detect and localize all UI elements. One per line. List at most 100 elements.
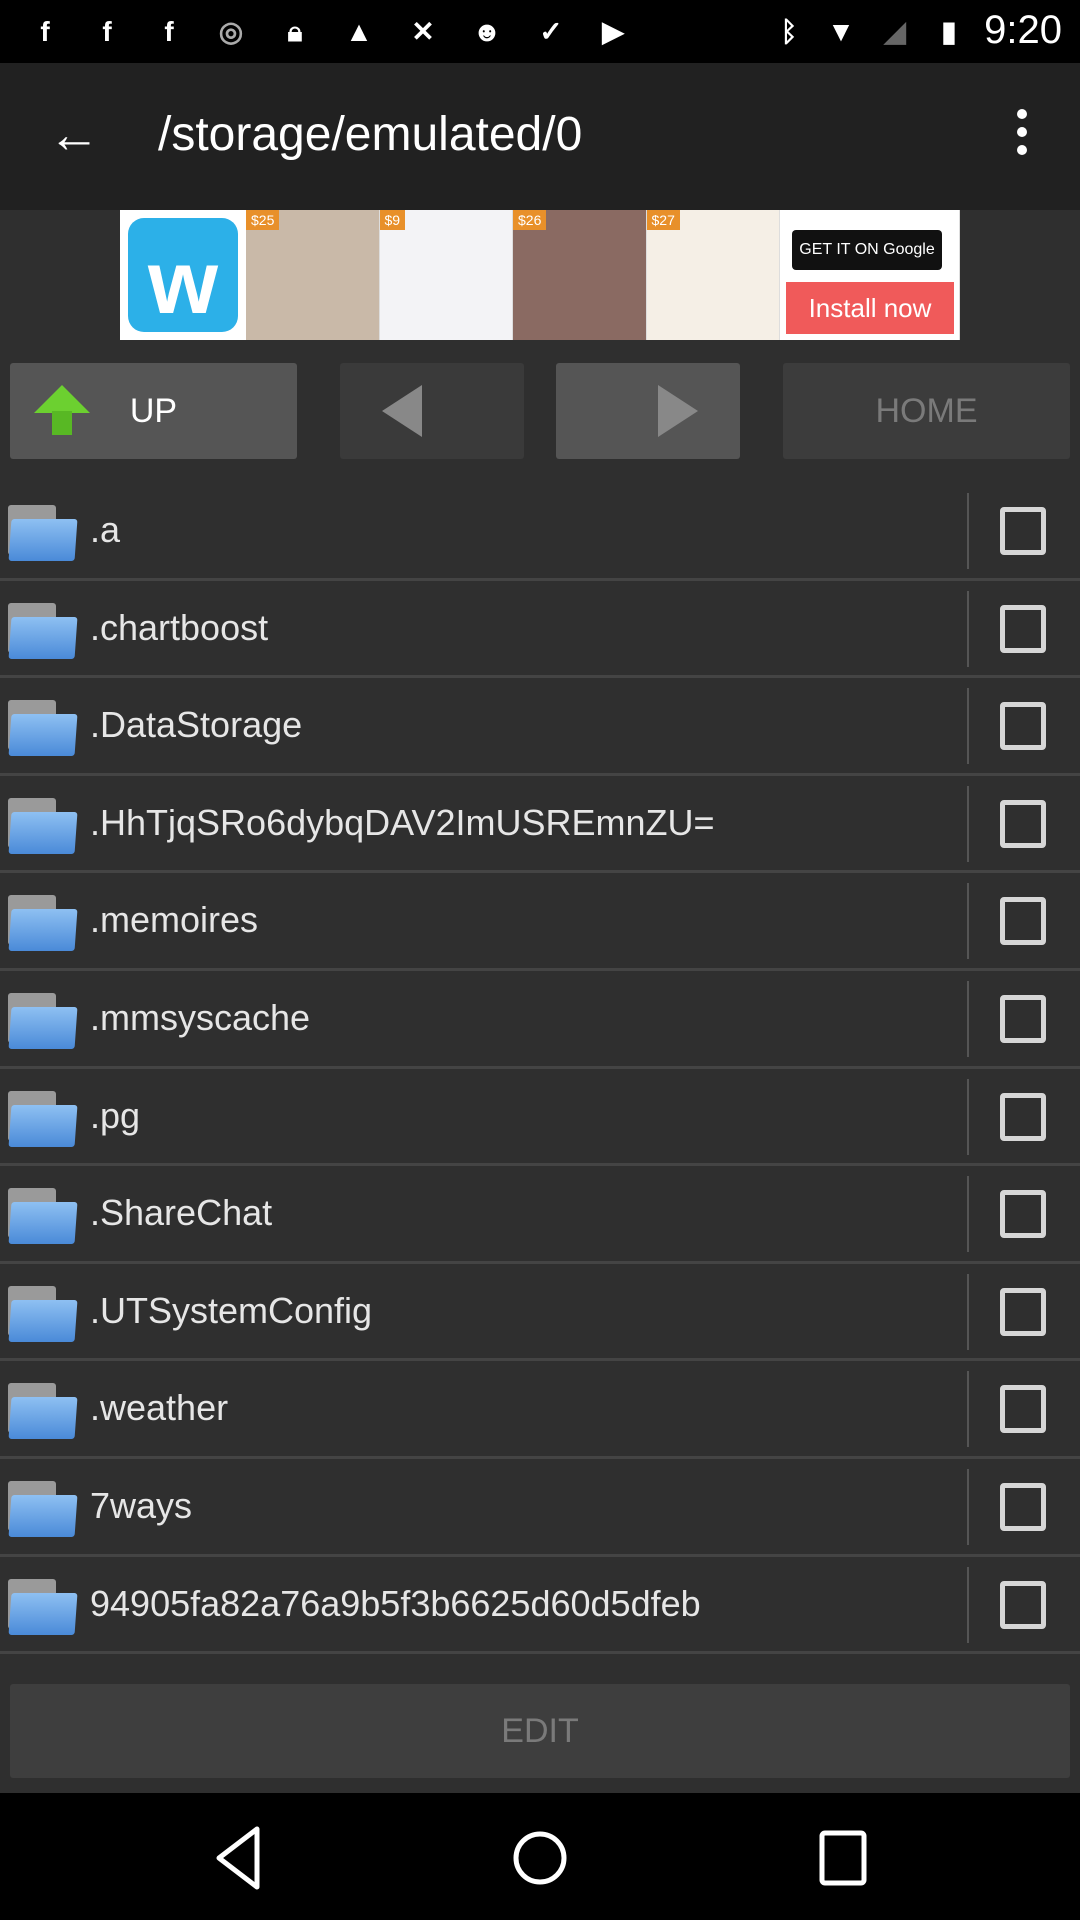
- divider: [967, 1371, 969, 1448]
- edit-button[interactable]: EDIT: [10, 1684, 1070, 1778]
- app-bar: ← /storage/emulated/0: [0, 63, 1080, 210]
- up-arrow-icon: [34, 385, 90, 413]
- file-row[interactable]: .chartboost: [0, 581, 1080, 679]
- google-play-badge: GET IT ON Google Play: [792, 230, 942, 298]
- status-bar: f f f ◎ 🔒︎ ▲ ✕ ☻ ✓ ▶ ᛒ ▼ ◢ ▮ 9:20: [0, 0, 1080, 63]
- price-tag: $9: [379, 210, 406, 230]
- clock: 9:20: [984, 8, 1062, 52]
- file-row[interactable]: .DataStorage: [0, 678, 1080, 776]
- select-checkbox[interactable]: [1000, 799, 1046, 848]
- install-now-button[interactable]: Install now: [786, 282, 954, 334]
- wifi-icon: ▼: [827, 16, 855, 47]
- file-name: .pg: [90, 1094, 141, 1136]
- nav-recents-icon[interactable]: [808, 1823, 878, 1893]
- file-row[interactable]: .memoires: [0, 873, 1080, 971]
- file-row[interactable]: .ShareChat: [0, 1166, 1080, 1264]
- divider: [967, 688, 969, 765]
- folder-icon: [8, 895, 78, 952]
- folder-icon: [8, 700, 78, 757]
- divider: [967, 980, 969, 1057]
- select-checkbox[interactable]: [1000, 1287, 1046, 1336]
- back-arrow-icon[interactable]: ←: [42, 103, 106, 167]
- folder-icon: [8, 1188, 78, 1245]
- select-checkbox[interactable]: [1000, 1482, 1046, 1531]
- battery-charging-icon: ▮: [941, 16, 957, 47]
- file-name: .chartboost: [90, 606, 269, 648]
- facebook-icon: f: [164, 16, 174, 47]
- file-row[interactable]: .weather: [0, 1361, 1080, 1459]
- folder-icon: [8, 1090, 78, 1147]
- up-label: UP: [129, 391, 178, 430]
- file-row[interactable]: .a: [0, 483, 1080, 581]
- android-icon: ☻: [472, 16, 502, 47]
- folder-icon: [8, 1480, 78, 1537]
- data-saver-icon: ◎: [218, 16, 244, 47]
- file-name: .ShareChat: [90, 1192, 273, 1234]
- divider: [967, 493, 969, 569]
- divider: [967, 1078, 969, 1155]
- file-row[interactable]: .pg: [0, 1069, 1080, 1167]
- divider: [967, 785, 969, 862]
- nav-back-icon[interactable]: [205, 1823, 275, 1893]
- file-row[interactable]: .HhTjqSRo6dybqDAV2ImUSREmnZU=: [0, 776, 1080, 874]
- facebook-icon: f: [102, 16, 112, 47]
- up-button[interactable]: UP: [10, 363, 297, 459]
- select-checkbox[interactable]: [1000, 702, 1046, 751]
- wish-logo: w: [128, 218, 238, 333]
- lock-icon: 🔒︎: [287, 16, 303, 47]
- file-name: .weather: [90, 1387, 229, 1429]
- file-name: .memoires: [90, 899, 259, 941]
- right-triangle-icon: [658, 385, 698, 437]
- select-checkbox[interactable]: [1000, 507, 1046, 555]
- home-button[interactable]: HOME: [783, 363, 1070, 459]
- select-checkbox[interactable]: [1000, 604, 1046, 653]
- clipboard-check-icon: ✓: [539, 16, 563, 47]
- file-name: .UTSystemConfig: [90, 1289, 373, 1331]
- price-tag: $26: [513, 210, 547, 230]
- nav-home-icon[interactable]: [505, 1823, 575, 1893]
- file-name: .a: [90, 509, 121, 550]
- file-name: .DataStorage: [90, 704, 303, 746]
- path-title: /storage/emulated/0: [158, 108, 583, 161]
- warning-icon: ▲: [345, 16, 373, 47]
- file-row[interactable]: .mmsyscache: [0, 971, 1080, 1069]
- file-row[interactable]: .UTSystemConfig: [0, 1264, 1080, 1362]
- previous-button[interactable]: [340, 363, 524, 459]
- divider: [967, 1468, 969, 1545]
- ad-banner[interactable]: w $25 $9 $26 $27 GET IT ON Google Play I…: [120, 210, 960, 340]
- select-checkbox[interactable]: [1000, 994, 1046, 1043]
- left-triangle-icon: [382, 385, 422, 437]
- folder-icon: [8, 797, 78, 854]
- select-checkbox[interactable]: [1000, 1092, 1046, 1141]
- divider: [967, 883, 969, 960]
- folder-icon: [8, 992, 78, 1049]
- file-name: .HhTjqSRo6dybqDAV2ImUSREmnZU=: [90, 801, 715, 843]
- folder-icon: [8, 1383, 78, 1440]
- file-name: 7ways: [90, 1484, 193, 1526]
- file-row[interactable]: 7ways: [0, 1459, 1080, 1557]
- file-name: 94905fa82a76a9b5f3b6625d60d5dfeb: [90, 1582, 701, 1624]
- folder-icon: [8, 602, 78, 659]
- next-button[interactable]: [556, 363, 740, 459]
- select-checkbox[interactable]: [1000, 1385, 1046, 1434]
- facebook-icon: f: [40, 16, 50, 47]
- divider: [967, 1273, 969, 1350]
- file-row[interactable]: 94905fa82a76a9b5f3b6625d60d5dfeb: [0, 1557, 1080, 1655]
- divider: [967, 1176, 969, 1253]
- folder-icon: [8, 1285, 78, 1342]
- divider: [967, 1566, 969, 1643]
- divider: [967, 590, 969, 667]
- folder-icon: [8, 1578, 78, 1635]
- select-checkbox[interactable]: [1000, 897, 1046, 946]
- select-checkbox[interactable]: [1000, 1190, 1046, 1239]
- fake-gps-icon: ✕: [411, 16, 435, 47]
- overflow-menu-icon[interactable]: [1000, 103, 1044, 167]
- up-arrow-icon-stem: [52, 411, 72, 435]
- bluetooth-icon: ᛒ: [780, 16, 798, 47]
- select-checkbox[interactable]: [1000, 1580, 1046, 1629]
- folder-icon: [8, 505, 78, 561]
- file-browser: w $25 $9 $26 $27 GET IT ON Google Play I…: [0, 210, 1080, 1793]
- price-tag: $25: [246, 210, 280, 230]
- file-list: .a .chartboost .DataStorage .HhTjqSRo6dybqD…: [0, 483, 1080, 1655]
- play-store-icon: ▶: [602, 16, 624, 47]
